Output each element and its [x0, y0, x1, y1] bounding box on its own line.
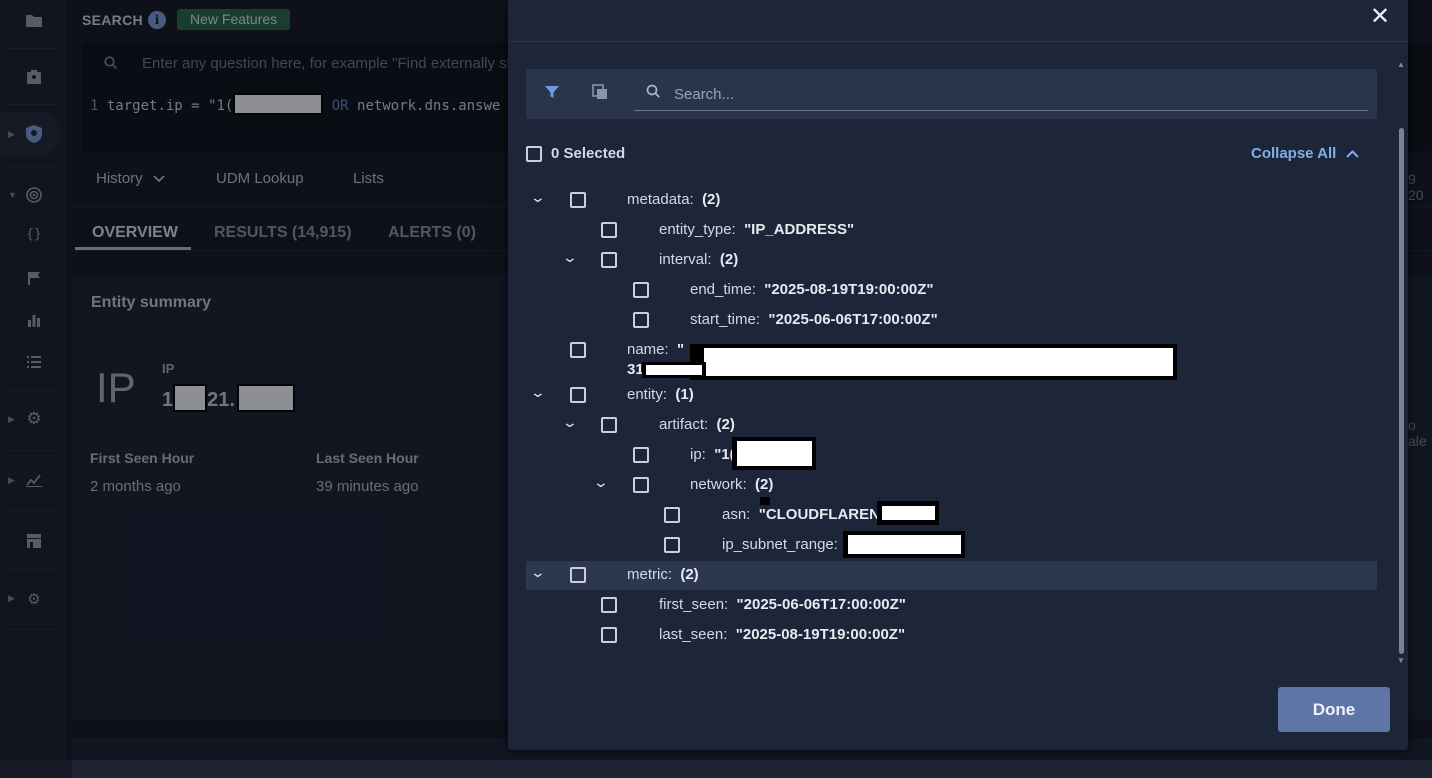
tree-checkbox[interactable] — [570, 387, 586, 403]
tree-checkbox[interactable] — [570, 567, 586, 583]
tree-checkbox[interactable] — [633, 447, 649, 463]
tree-node-network: network: (2) — [690, 476, 774, 493]
tree-node-name: name: " — [627, 341, 685, 358]
tree-node-artifact: artifact: (2) — [659, 416, 735, 433]
collapse-all-label: Collapse All — [1251, 145, 1337, 162]
scroll-down-arrow-icon[interactable]: ▼ — [1397, 656, 1405, 665]
scroll-up-arrow-icon[interactable]: ▲ — [1397, 60, 1405, 69]
redaction-box — [646, 365, 702, 375]
tree-node-end-time: end_time: "2025-08-19T19:00:00Z" — [690, 281, 934, 298]
select-all-checkbox[interactable] — [526, 146, 542, 162]
chevron-down-icon[interactable]: ⌄ — [530, 564, 546, 581]
tree-checkbox[interactable] — [601, 222, 617, 238]
tree-node-asn: asn: "CLOUDFLARENET — [722, 506, 900, 523]
field-search — [634, 79, 1368, 111]
tree-node-start-time: start_time: "2025-06-06T17:00:00Z" — [690, 311, 938, 328]
chevron-down-icon[interactable]: ⌄ — [530, 384, 546, 401]
filter-icon[interactable] — [544, 84, 560, 105]
scrollbar-thumb[interactable] — [1399, 128, 1404, 654]
tree-node-metadata: metadata: (2) — [627, 191, 721, 208]
tree-node-first-seen: first_seen: "2025-06-06T17:00:00Z" — [659, 596, 906, 613]
tree-checkbox[interactable] — [570, 192, 586, 208]
tree-checkbox[interactable] — [664, 507, 680, 523]
redaction-box — [704, 348, 1173, 376]
tree-node-ip: ip: "1( — [690, 446, 735, 463]
modal-header-divider — [508, 41, 1408, 42]
tree-node-ip-subnet-range: ip_subnet_range: — [722, 536, 838, 553]
chevron-down-icon[interactable]: ⌄ — [530, 189, 546, 206]
tree-checkbox[interactable] — [601, 417, 617, 433]
close-button[interactable]: ✕ — [1370, 2, 1390, 31]
tree-checkbox[interactable] — [633, 282, 649, 298]
collapse-all-button[interactable]: Collapse All — [1251, 145, 1360, 162]
scrollbar[interactable]: ▲ ▼ — [1395, 60, 1407, 672]
redaction-box — [760, 497, 770, 505]
selected-count: 0 Selected — [551, 145, 626, 162]
tree-checkbox[interactable] — [633, 312, 649, 328]
tree-node-last-seen: last_seen: "2025-08-19T19:00:00Z" — [659, 626, 906, 643]
tree-checkbox[interactable] — [664, 537, 680, 553]
tree-checkbox[interactable] — [570, 342, 586, 358]
redaction-box — [737, 441, 812, 466]
search-icon — [646, 84, 660, 101]
tree-checkbox[interactable] — [601, 252, 617, 268]
chevron-down-icon[interactable]: ⌄ — [562, 414, 578, 431]
redaction-box — [882, 506, 935, 520]
tree-checkbox[interactable] — [633, 477, 649, 493]
tree-checkbox[interactable] — [601, 627, 617, 643]
redaction-box — [848, 535, 961, 554]
tree-node-entity: entity: (1) — [627, 386, 694, 403]
copy-icon[interactable] — [592, 84, 608, 105]
tree-node-metric: metric: (2) — [627, 566, 699, 583]
tree-node-entity-type: entity_type: "IP_ADDRESS" — [659, 221, 855, 238]
tree-node-interval: interval: (2) — [659, 251, 739, 268]
udm-field-selector-dialog: ✕ 0 Selected Collapse All ⌄ metadata: (2… — [508, 0, 1408, 750]
field-search-input[interactable] — [674, 83, 1354, 105]
done-button[interactable]: Done — [1278, 687, 1390, 732]
tree-checkbox[interactable] — [601, 597, 617, 613]
chevron-down-icon[interactable]: ⌄ — [562, 249, 578, 266]
filter-toolbar — [526, 69, 1377, 119]
chevron-down-icon[interactable]: ⌄ — [593, 474, 609, 491]
chevron-up-icon — [1346, 145, 1360, 162]
